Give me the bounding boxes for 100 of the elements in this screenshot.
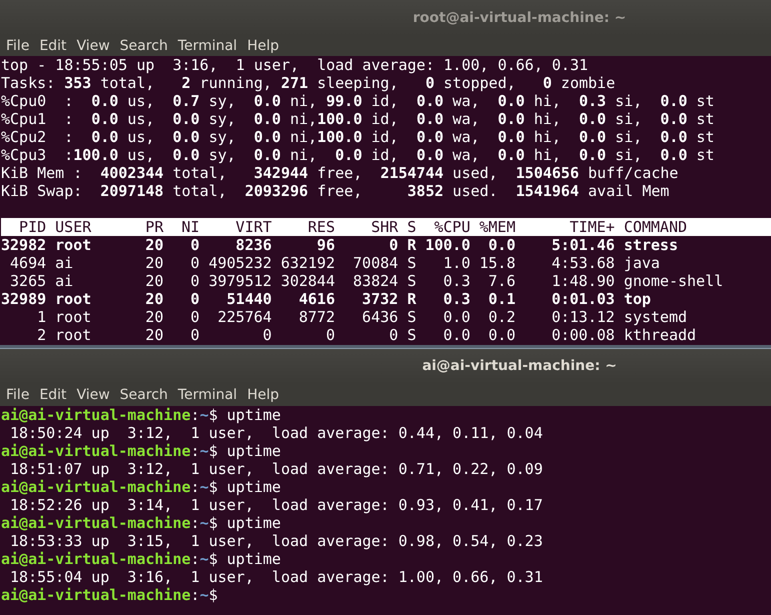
- table-cell: 32982: [1, 236, 46, 254]
- table-cell: S: [407, 254, 416, 272]
- menu-item[interactable]: View: [76, 38, 120, 54]
- terminal-line: %Cpu2 : 0.0 us, 0.0 sy, 0.0 ni,100.0 id, 0.0 wa, 0.0 hi, 0.0 si, 0.0 st: [1, 128, 716, 146]
- table-cell: 100.0: [425, 236, 470, 254]
- table-cell: kthreadd: [624, 326, 696, 344]
- column-header: PR: [144, 218, 164, 236]
- table-cell-text: 3732: [361, 290, 398, 308]
- output-line: 18:51:07 up 3:12, 1 user, load average: 0.71, 0.22, 0.09: [9, 460, 544, 478]
- table-cell-text: 83824: [352, 272, 398, 290]
- table-cell-text: 225764: [216, 308, 272, 326]
- table-cell-text: 1: [36, 308, 46, 326]
- column-header: USER: [55, 218, 92, 236]
- table-cell-text: 4:53.68: [550, 254, 615, 272]
- table-cell-text: 70084: [352, 254, 398, 272]
- table-cell: S: [407, 272, 416, 290]
- prompt-line: ai@ai-virtual-machine:~$ uptime: [1, 406, 282, 424]
- table-cell-text: root: [55, 290, 92, 308]
- menu-item[interactable]: File: [6, 386, 40, 402]
- table-cell-text: ai: [55, 272, 74, 290]
- menu-item[interactable]: Edit: [39, 386, 77, 402]
- table-cell-text: 0: [190, 290, 200, 308]
- table-cell-text: 20: [144, 236, 164, 254]
- table-cell: 15.8: [479, 254, 516, 272]
- table-cell-text: 1:48.90: [550, 272, 615, 290]
- table-cell-text: 51440: [226, 290, 272, 308]
- menu-item[interactable]: Terminal: [178, 38, 248, 54]
- table-cell-text: 0:01.03: [550, 290, 615, 308]
- table-cell-text: 20: [144, 272, 164, 290]
- terminal-line: %Cpu1 : 0.0 us, 0.0 sy, 0.0 ni,100.0 id, 0.0 wa, 0.0 hi, 0.0 si, 0.0 st: [1, 110, 716, 128]
- column-header: %MEM: [479, 218, 516, 236]
- terminal-line: top - 18:55:05 up 3:16, 1 user, load average: 1.00, 0.66, 0.31: [1, 56, 589, 74]
- column-header: PID: [18, 218, 46, 236]
- table-cell-text: 2: [36, 326, 46, 344]
- table-cell: top: [624, 290, 651, 308]
- terminal-line: Tasks: 353 total, 2 running, 271 sleeping, 0 stopped, 0 zombie: [1, 74, 616, 92]
- table-cell-text: 8772: [298, 308, 335, 326]
- column-header: S: [407, 218, 416, 236]
- column-header: VIRT: [234, 218, 272, 236]
- menu-item[interactable]: Help: [247, 386, 289, 402]
- menu-item[interactable]: View: [76, 386, 120, 402]
- table-cell-text: 0.2: [487, 308, 516, 326]
- table-cell-text: 0: [190, 308, 200, 326]
- table-cell-text: 0.0: [487, 326, 516, 344]
- table-cell-text: root: [55, 326, 92, 344]
- table-cell-text: 0.0: [442, 326, 470, 344]
- column-header: NI: [180, 218, 200, 236]
- table-cell: S: [407, 308, 416, 326]
- table-cell: gnome-shell: [624, 272, 724, 290]
- output-line: 18:55:04 up 3:16, 1 user, load average: 1.00, 0.66, 0.31: [9, 568, 544, 586]
- table-cell: systemd: [624, 308, 688, 326]
- table-cell-text: 0.0: [487, 236, 516, 254]
- prompt-line: ai@ai-virtual-machine:~$ uptime: [1, 514, 282, 532]
- menu-item[interactable]: Search: [120, 38, 178, 54]
- table-cell: stress: [624, 236, 678, 254]
- column-header: RES: [306, 218, 335, 236]
- table-cell-text: 0.3: [442, 272, 470, 290]
- table-cell-text: 20: [144, 290, 164, 308]
- table-cell-text: 0: [190, 326, 200, 344]
- table-cell-text: 0.3: [442, 290, 470, 308]
- table-cell-text: 0:13.12: [550, 308, 615, 326]
- table-cell-text: root: [55, 308, 92, 326]
- column-header: SHR: [370, 218, 398, 236]
- table-cell-text: 4616: [298, 290, 335, 308]
- table-cell-text: 4694: [9, 254, 46, 272]
- table-cell-text: root: [55, 236, 92, 254]
- terminal-line: KiB Swap: 2097148 total, 2093296 free, 3852 used. 1541964 avail Mem: [1, 182, 670, 200]
- column-header: %CPU: [433, 218, 470, 236]
- table-cell: S: [407, 326, 416, 344]
- output-line: 18:50:24 up 3:12, 1 user, load average: 0.44, 0.11, 0.04: [9, 424, 544, 442]
- table-cell: 632192: [280, 254, 335, 272]
- menu-item[interactable]: Help: [247, 38, 289, 54]
- table-cell-text: ai: [55, 254, 74, 272]
- table-cell: 3979512: [208, 272, 272, 290]
- table-cell-text: 20: [144, 254, 164, 272]
- prompt-line: ai@ai-virtual-machine:~$: [1, 586, 219, 604]
- table-cell-text: 7.6: [487, 272, 516, 290]
- table-cell-text: 0.0: [442, 308, 470, 326]
- table-cell-text: 0: [190, 236, 200, 254]
- menu-item[interactable]: Edit: [39, 38, 77, 54]
- prompt-line: ai@ai-virtual-machine:~$ uptime: [1, 550, 282, 568]
- output-line: 18:53:33 up 3:15, 1 user, load average: 0.98, 0.54, 0.23: [9, 532, 544, 550]
- table-cell-text: 0: [324, 326, 335, 344]
- table-cell-text: 6436: [361, 308, 398, 326]
- window-title: ai@ai-virtual-machine: ~: [422, 358, 617, 374]
- table-cell-text: 0: [262, 326, 272, 344]
- menu-item[interactable]: File: [6, 38, 40, 54]
- table-cell-text: 96: [316, 236, 335, 254]
- table-cell-text: 1.0: [442, 254, 470, 272]
- table-cell-text: 0:00.08: [550, 326, 615, 344]
- output-line: 18:52:26 up 3:14, 1 user, load average: 0.93, 0.41, 0.17: [9, 496, 544, 514]
- table-cell-text: 5:01.46: [550, 236, 615, 254]
- table-cell: R: [407, 290, 416, 308]
- table-cell: 302844: [280, 272, 335, 290]
- table-cell-text: 20: [144, 326, 164, 344]
- table-cell: java: [624, 254, 660, 272]
- menu-item[interactable]: Search: [120, 386, 178, 402]
- menu-item[interactable]: Terminal: [178, 386, 248, 402]
- table-cell: R: [407, 236, 416, 254]
- table-cell: 32989: [1, 290, 46, 308]
